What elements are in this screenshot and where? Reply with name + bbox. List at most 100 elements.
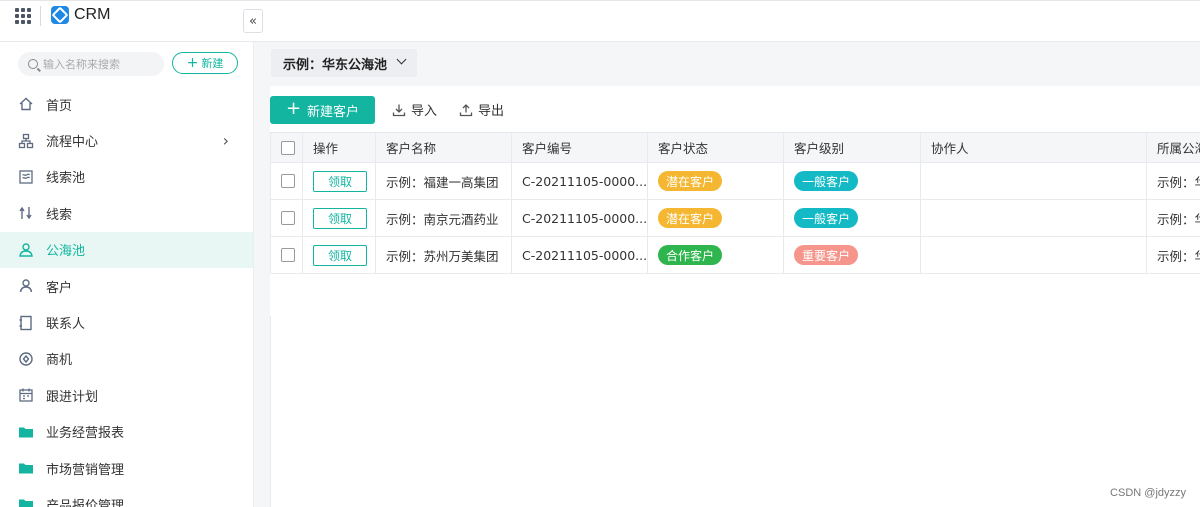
flow-icon	[18, 133, 34, 149]
sidebar-item-leads[interactable]: 线索	[0, 195, 253, 231]
sidebar-item-flow-center[interactable]: 流程中心 ›	[0, 122, 253, 158]
pool-cell: 示例：华	[1157, 174, 1200, 190]
collaborator-cell	[921, 237, 1147, 273]
sidebar-item-marketing[interactable]: 市场营销管理	[0, 450, 253, 486]
collaborator-cell	[921, 200, 1147, 236]
claim-button[interactable]: 领取	[313, 244, 367, 266]
table-row[interactable]: 领取 示例：南京元酒药业 C-20211105-0000... 潜在客户 一般客…	[270, 200, 1200, 237]
level-cell: 一般客户	[784, 163, 921, 199]
sidebar-item-customers[interactable]: 客户	[0, 268, 253, 304]
row-checkbox[interactable]	[281, 248, 295, 262]
table-row[interactable]: 领取 示例：福建一高集团 C-20211105-0000... 潜在客户 一般客…	[270, 163, 1200, 200]
claim-button[interactable]: 领取	[313, 170, 367, 192]
export-label: 导出	[478, 104, 505, 119]
level-badge: 一般客户	[794, 208, 859, 228]
sidebar-item-label: 首页	[46, 98, 73, 114]
table-empty-area	[270, 316, 1200, 507]
level-cell: 一般客户	[784, 200, 921, 236]
folder-icon	[18, 496, 34, 507]
status-cell: 潜在客户	[648, 163, 784, 199]
customer-table: 操作 客户名称 客户编号 客户状态 客户级别 协作人 所属公海 领取 示例：福建…	[270, 132, 1200, 274]
sidebar-item-label: 商机	[46, 353, 73, 369]
collapse-sidebar-button[interactable]: «	[243, 9, 263, 33]
sidebar-item-label: 线索池	[46, 171, 86, 187]
sidebar-item-label: 公海池	[46, 244, 86, 260]
table-row[interactable]: 领取 示例：苏州万美集团 C-20211105-0000... 合作客户 重要客…	[270, 237, 1200, 274]
sidebar: + 新建 首页 流程中心 › 线索池 线索	[0, 42, 254, 507]
customer-name-cell[interactable]: 示例：福建一高集团	[376, 163, 512, 199]
sidebar-item-public-pool[interactable]: 公海池	[0, 231, 253, 268]
column-header[interactable]: 协作人	[921, 133, 1147, 162]
customer-name-cell[interactable]: 示例：苏州万美集团	[376, 237, 512, 273]
select-all-cell	[270, 133, 303, 162]
customer-name-cell[interactable]: 示例：南京元酒药业	[376, 200, 512, 236]
sidebar-search[interactable]	[18, 52, 164, 76]
new-customer-label: 新建客户	[307, 104, 360, 120]
level-badge: 重要客户	[794, 245, 859, 265]
folder-icon	[18, 460, 34, 476]
status-badge: 潜在客户	[658, 171, 723, 191]
sidebar-item-quotes[interactable]: 产品报价管理	[0, 486, 253, 507]
contacts-icon	[18, 315, 34, 331]
customer-code-cell: C-20211105-0000...	[512, 237, 648, 273]
column-header[interactable]: 客户名称	[376, 133, 512, 162]
plus-icon: +	[285, 98, 302, 119]
status-cell: 潜在客户	[648, 200, 784, 236]
sidebar-new-label: 新建	[201, 57, 224, 70]
home-icon	[18, 96, 34, 112]
sidebar-search-input[interactable]	[43, 57, 155, 71]
sidebar-item-lead-pool[interactable]: 线索池	[0, 159, 253, 195]
sidebar-item-label: 流程中心	[46, 135, 99, 151]
import-button[interactable]: 导入	[392, 100, 437, 119]
row-select-cell	[270, 237, 303, 273]
action-cell: 领取	[303, 200, 376, 236]
sidebar-new-button[interactable]: + 新建	[172, 52, 238, 74]
row-checkbox[interactable]	[281, 211, 295, 225]
status-badge: 合作客户	[658, 245, 723, 265]
divider	[40, 6, 41, 26]
plus-icon: +	[186, 55, 199, 71]
import-label: 导入	[411, 104, 438, 119]
calendar-icon	[18, 387, 34, 403]
status-cell: 合作客户	[648, 237, 784, 273]
action-cell: 领取	[303, 163, 376, 199]
sidebar-item-follow-plan[interactable]: 跟进计划	[0, 377, 253, 413]
list-panel: + 新建客户 导入 导出 操作 客户名称 客户编号 客户状态 客户级别 协作人 …	[270, 86, 1200, 507]
claim-button[interactable]: 领取	[313, 207, 367, 229]
sidebar-item-contacts[interactable]: 联系人	[0, 304, 253, 340]
new-customer-button[interactable]: + 新建客户	[270, 96, 375, 124]
sidebar-item-opportunities[interactable]: 商机	[0, 341, 253, 377]
row-select-cell	[270, 163, 303, 199]
column-header[interactable]: 客户级别	[784, 133, 921, 162]
sidebar-item-home[interactable]: 首页	[0, 86, 253, 122]
pool-selector[interactable]: 示例：华东公海池	[271, 49, 417, 77]
export-button[interactable]: 导出	[459, 100, 504, 119]
customer-code-cell: C-20211105-0000...	[512, 163, 648, 199]
lead-icon	[18, 205, 34, 221]
pool-cell: 示例：华	[1157, 211, 1200, 227]
column-header[interactable]: 所属公海	[1147, 133, 1200, 162]
sidebar-nav: 首页 流程中心 › 线索池 线索 公海池 客户 联系人 商机 跟进计划 业务经营…	[0, 86, 253, 507]
status-badge: 潜在客户	[658, 208, 723, 228]
chevron-down-icon	[396, 54, 407, 65]
main-content: 示例：华东公海池 + 新建客户 导入 导出 操作 客户名称 客户编号 客户状态 …	[254, 42, 1200, 507]
search-icon	[28, 59, 38, 69]
app-grid-icon[interactable]	[15, 8, 31, 24]
level-cell: 重要客户	[784, 237, 921, 273]
app-title: CRM	[74, 6, 111, 23]
column-header: 操作	[303, 133, 376, 162]
sidebar-item-label: 联系人	[46, 317, 86, 333]
pool-selector-label: 示例：华东公海池	[283, 57, 388, 73]
row-checkbox[interactable]	[281, 174, 295, 188]
sidebar-item-label: 跟进计划	[46, 389, 99, 405]
column-header[interactable]: 客户编号	[512, 133, 648, 162]
sidebar-item-business-reports[interactable]: 业务经营报表	[0, 414, 253, 450]
collaborator-cell	[921, 163, 1147, 199]
select-all-checkbox[interactable]	[281, 140, 295, 155]
folder-icon	[18, 424, 34, 440]
customer-icon	[18, 278, 34, 294]
column-header[interactable]: 客户状态	[648, 133, 784, 162]
row-select-cell	[270, 200, 303, 236]
customer-code-cell: C-20211105-0000...	[512, 200, 648, 236]
top-bar: CRM	[0, 0, 1200, 42]
